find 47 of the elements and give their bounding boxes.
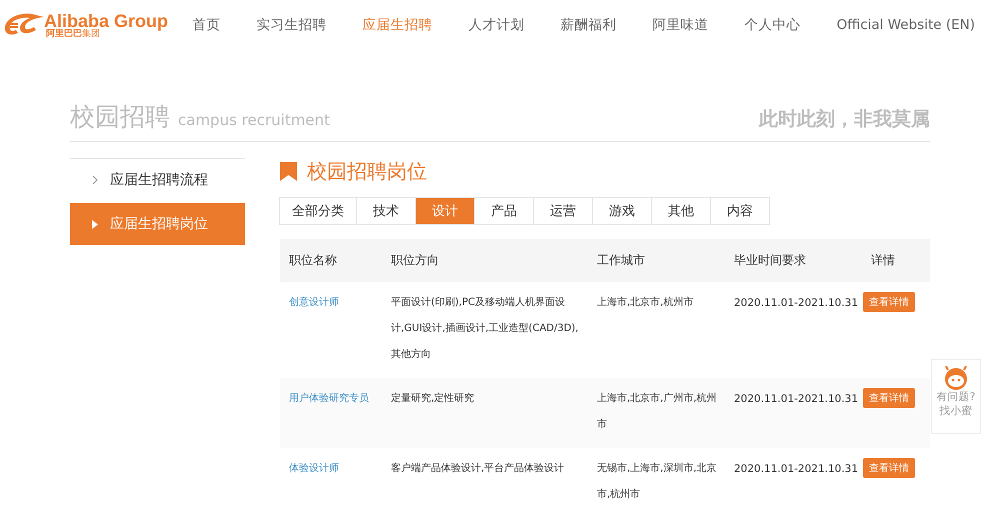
table-cell: 2020.11.01-2021.10.31 [734, 463, 858, 475]
help-text: 有问题? [936, 390, 976, 404]
nav-link[interactable]: 实习生招聘 [246, 16, 338, 34]
table-cell: 2020.11.01-2021.10.31 [734, 393, 858, 405]
nav-link[interactable]: 人才计划 [458, 16, 536, 34]
mascot-icon [943, 366, 969, 390]
nav-link[interactable]: Official Website (EN) [826, 17, 986, 33]
table-cell: 上海市,北京市,杭州市 [597, 297, 694, 308]
column-header: 详情 [871, 252, 895, 269]
category-tab[interactable]: 其他 [651, 197, 711, 225]
table-cell: 上海市,北京市,广州市,杭州市 [597, 393, 717, 430]
sidebar-item[interactable]: 应届生招聘流程 [70, 159, 245, 201]
job-title-link[interactable]: 体验设计师 [289, 463, 339, 474]
category-tab[interactable]: 内容 [710, 197, 770, 225]
job-title-link[interactable]: 创意设计师 [289, 297, 339, 308]
bookmark-icon [280, 162, 297, 181]
column-header: 职位方向 [391, 252, 439, 269]
table-cell: 平面设计(印刷),PC及移动端人机界面设计,GUI设计,插画设计,工业造型(CAD/3D),其他方向 [391, 297, 578, 360]
column-header: 工作城市 [597, 252, 645, 269]
help-text: 找小蜜 [940, 404, 972, 418]
category-tab[interactable]: 全部分类 [279, 197, 357, 225]
nav-link[interactable]: 首页 [182, 16, 232, 34]
category-tab[interactable]: 产品 [474, 197, 534, 225]
help-widget[interactable]: 有问题? 找小蜜 [931, 359, 981, 434]
banner-title: 校园招聘 [70, 102, 170, 131]
table-cell: 定量研究,定性研究 [391, 393, 474, 404]
category-tab[interactable]: 游戏 [592, 197, 652, 225]
nav-link[interactable]: 薪酬福利 [550, 16, 628, 34]
nav-link[interactable]: 个人中心 [734, 16, 812, 34]
sidebar-label: 应届生招聘流程 [110, 171, 208, 189]
chevron-icon [92, 175, 98, 185]
job-title-link[interactable]: 用户体验研究专员 [289, 393, 369, 404]
banner-slogan: 此时此刻，非我莫属 [759, 107, 930, 132]
category-tab[interactable]: 运营 [533, 197, 593, 225]
sidebar-label: 应届生招聘岗位 [110, 215, 208, 233]
table-cell: 客户端产品体验设计,平台产品体验设计 [391, 463, 564, 474]
section-title: 校园招聘岗位 [307, 158, 427, 185]
category-tab[interactable]: 技术 [356, 197, 416, 225]
nav-link[interactable]: 阿里味道 [642, 16, 720, 34]
table-cell: 无锡市,上海市,深圳市,北京市,杭州市 [597, 463, 717, 500]
logo-name: Alibaba Group [44, 12, 168, 30]
column-header: 毕业时间要求 [734, 252, 806, 269]
triangle-icon [92, 220, 98, 228]
banner-subtitle: campus recruitment [178, 111, 330, 129]
table-cell: 2020.11.01-2021.10.31 [734, 297, 858, 309]
logo-subtitle: 阿里巴巴集团 [46, 30, 101, 38]
column-header: 职位名称 [289, 252, 337, 269]
